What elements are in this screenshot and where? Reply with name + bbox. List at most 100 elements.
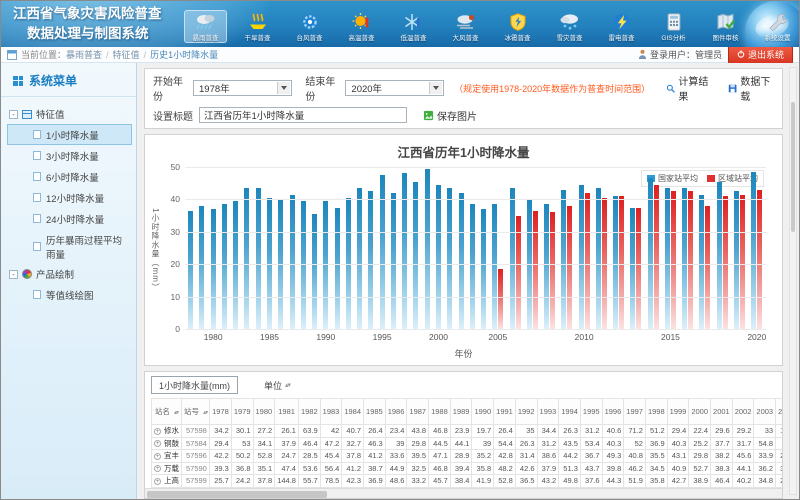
station-id-cell: 57598 (182, 425, 210, 438)
column-header-year-1996[interactable]: 1996 (602, 399, 624, 425)
station-name-cell[interactable]: +上高 (152, 475, 182, 488)
column-header-year-2003[interactable]: 2003 (754, 399, 776, 425)
column-header-year-1983[interactable]: 1983 (320, 399, 342, 425)
toolbar-item-雪灾普查[interactable]: 雪灾普查 (548, 10, 591, 43)
column-header-year-1990[interactable]: 1990 (472, 399, 494, 425)
bar-group-1978 (188, 167, 193, 329)
value-cell: 52.8 (494, 475, 516, 488)
value-cell: 37.9 (275, 437, 299, 450)
column-header-year-1981[interactable]: 1981 (275, 399, 299, 425)
station-name-cell[interactable]: +铜鼓 (152, 437, 182, 450)
bar-regional-2020 (757, 190, 762, 329)
column-header-year-1988[interactable]: 1988 (429, 399, 451, 425)
column-header-year-1980[interactable]: 1980 (253, 399, 275, 425)
vertical-scrollbar[interactable] (789, 67, 797, 495)
tree-toggle-icon[interactable]: - (9, 110, 18, 119)
download-button[interactable]: 数据下载 (728, 73, 774, 103)
breadcrumb-item-暴雨普查[interactable]: 暴雨普查 (66, 50, 102, 60)
column-header-year-1979[interactable]: 1979 (231, 399, 253, 425)
tree-item-历年暴雨过程平均雨量[interactable]: 历年暴雨过程平均雨量 (7, 229, 132, 264)
bar-regional-2007 (533, 211, 538, 329)
bar-group-2004 (481, 167, 486, 329)
toolbar-item-低温普查[interactable]: 低温普查 (392, 10, 435, 43)
expand-icon[interactable]: + (154, 453, 161, 460)
toolbar-item-冰雹普查[interactable]: 冰雹普查 (496, 10, 539, 43)
expand-icon[interactable]: + (154, 428, 161, 435)
column-header-year-1998[interactable]: 1998 (645, 399, 667, 425)
bar-group-2014 (648, 167, 659, 329)
bar-group-1999 (425, 167, 430, 329)
toolbar-item-大风普查[interactable]: 大风普查 (444, 10, 487, 43)
tree-item-1小时降水量[interactable]: 1小时降水量 (7, 124, 132, 145)
column-header-year-1985[interactable]: 1985 (364, 399, 386, 425)
column-header-year-1978[interactable]: 1978 (210, 399, 232, 425)
column-header-year-1994[interactable]: 1994 (559, 399, 581, 425)
calculate-label: 计算结果 (678, 73, 712, 103)
column-header-year-1987[interactable]: 1987 (407, 399, 429, 425)
column-header-station-name[interactable]: 站名 ▴▾ (152, 399, 182, 425)
column-header-year-1986[interactable]: 1986 (385, 399, 407, 425)
column-header-year-1991[interactable]: 1991 (494, 399, 516, 425)
start-year-select[interactable]: 1978年 (193, 80, 292, 96)
horizontal-scrollbar[interactable] (145, 488, 782, 498)
column-header-year-1982[interactable]: 1982 (298, 399, 320, 425)
tree-toggle-icon[interactable]: - (9, 270, 18, 279)
column-header-year-1992[interactable]: 1992 (515, 399, 537, 425)
breadcrumb-item-历史1小时降水量[interactable]: 历史1小时降水量 (150, 50, 218, 60)
chart-title-input[interactable] (199, 107, 407, 123)
value-cell: 25.2 (689, 437, 711, 450)
expand-icon[interactable]: + (154, 465, 161, 472)
column-header-station-id[interactable]: 站号 ▴▾ (182, 399, 210, 425)
column-header-year-2004[interactable]: 2004 (776, 399, 783, 425)
logout-button[interactable]: 退出系统 (728, 46, 793, 64)
wind-icon (453, 12, 479, 31)
page-icon (33, 242, 41, 251)
toolbar-item-GIS分析[interactable]: GIS分析 (652, 10, 695, 43)
toolbar-item-系统设置[interactable]: 系统设置 (756, 10, 799, 43)
column-header-year-2001[interactable]: 2001 (711, 399, 733, 425)
breadcrumb-item-特征值[interactable]: 特征值 (113, 50, 140, 60)
station-name-cell[interactable]: +宜丰 (152, 450, 182, 463)
tree-item-24小时降水量[interactable]: 24小时降水量 (7, 208, 132, 229)
station-name-cell[interactable]: +万载 (152, 462, 182, 475)
toolbar-item-图件审核[interactable]: 图件审核 (704, 10, 747, 43)
tree-item-6小时降水量[interactable]: 6小时降水量 (7, 166, 132, 187)
tree-item-等值线绘图[interactable]: 等值线绘图 (7, 284, 132, 305)
tree-item-label: 3小时降水量 (46, 149, 99, 163)
x-tick-label: 1995 (373, 332, 392, 342)
save-image-button[interactable]: 保存图片 (423, 108, 477, 123)
column-header-year-1993[interactable]: 1993 (537, 399, 559, 425)
toolbar-item-台风普查[interactable]: 台风普查 (288, 10, 331, 43)
column-header-year-2002[interactable]: 2002 (732, 399, 754, 425)
value-cell: 44.1 (732, 462, 754, 475)
tree-node-产品绘制[interactable]: -产品绘制 (7, 264, 132, 284)
unit-dropdown[interactable]: 单位 ▴▾ (264, 379, 290, 392)
toolbar-item-干旱普查[interactable]: 干旱普查 (236, 10, 279, 43)
vscroll-thumb[interactable] (791, 102, 795, 232)
value-cell: 36.8 (231, 462, 253, 475)
end-year-select[interactable]: 2020年 (345, 80, 444, 96)
expand-icon[interactable]: + (154, 440, 161, 447)
x-tick-label: 1985 (260, 332, 279, 342)
toolbar-item-高温普查[interactable]: 高温普查 (340, 10, 383, 43)
toolbar-item-雷电普查[interactable]: 雷电普查 (600, 10, 643, 43)
column-header-year-1989[interactable]: 1989 (450, 399, 472, 425)
column-header-year-1995[interactable]: 1995 (580, 399, 602, 425)
bar-national-2016 (682, 188, 687, 329)
expand-icon[interactable]: + (154, 478, 161, 485)
column-header-year-1999[interactable]: 1999 (667, 399, 689, 425)
calculate-button[interactable]: 计算结果 (666, 73, 712, 103)
dataset-pill-button[interactable]: 1小时降水量(mm) (151, 376, 238, 394)
gridline (185, 297, 766, 298)
hscroll-thumb[interactable] (147, 491, 327, 498)
tree-item-12小时降水量[interactable]: 12小时降水量 (7, 187, 132, 208)
column-header-year-2000[interactable]: 2000 (689, 399, 711, 425)
tree-item-3小时降水量[interactable]: 3小时降水量 (7, 145, 132, 166)
tree-node-特征值[interactable]: -特征值 (7, 104, 132, 124)
bar-regional-2013 (636, 208, 641, 330)
toolbar-item-暴雨普查[interactable]: 暴雨普查 (184, 10, 227, 43)
station-name-cell[interactable]: +修水 (152, 425, 182, 438)
value-cell: 26.1 (275, 425, 299, 438)
column-header-year-1984[interactable]: 1984 (342, 399, 364, 425)
column-header-year-1997[interactable]: 1997 (624, 399, 646, 425)
